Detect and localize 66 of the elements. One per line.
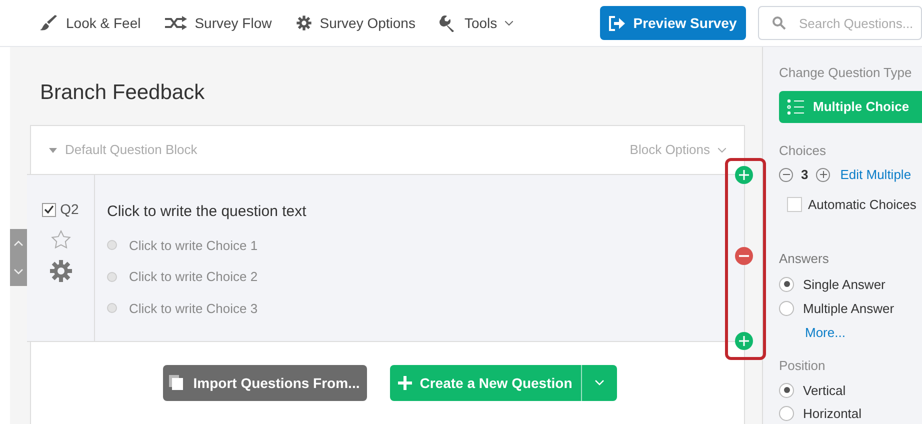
chevron-icon [718,148,726,152]
survey-title: Branch Feedback [39,80,206,106]
minus-icon [739,255,749,257]
wrench-icon [439,14,456,32]
settings-icon [296,15,312,31]
radio-label: Vertical [803,382,846,400]
question-checkbox[interactable] [42,202,56,216]
plus-icon [398,376,412,390]
plus-icon [739,336,749,346]
radio-button[interactable] [779,301,794,316]
nav-item[interactable]: Tools [439,12,514,34]
radio-button[interactable] [779,406,794,422]
section-heading: Choices [779,142,827,160]
checkmark-icon [44,205,54,214]
question-number: Q2 [60,200,79,219]
question-type-button[interactable]: Multiple Choice [779,90,922,122]
nav-item[interactable]: Survey Flow [164,12,272,34]
radio-button[interactable] [107,272,117,282]
radio-button[interactable] [779,276,794,292]
star-icon[interactable] [50,230,70,249]
radio-label: Single Answer [803,276,886,294]
radio-button[interactable] [107,240,117,250]
section-heading: Change Question Type [779,64,913,82]
choice-text[interactable]: Click to write Choice 3 [129,298,258,318]
block-options-menu[interactable]: Block Options [630,140,726,160]
nav-item[interactable]: Look & Feel [40,12,141,34]
create-question-button[interactable]: Create a New Question [390,365,582,401]
plus-icon [820,171,827,178]
chevron-down-icon [594,380,604,386]
radio-label: Multiple Answer [803,300,894,318]
add-button[interactable] [735,166,753,184]
search-field[interactable]: Search Questions... [758,6,922,40]
chevron-up-icon [14,240,23,246]
checkbox[interactable] [787,196,802,212]
nav-item[interactable]: Survey Options [296,12,416,34]
choice-text[interactable]: Click to write Choice 1 [129,236,258,255]
caret-icon[interactable] [49,148,57,152]
move-handle[interactable] [10,229,27,286]
import-questions-button[interactable]: Import Questions From... [162,365,366,401]
brush-icon [40,15,58,31]
copy-icon [169,375,186,391]
choice-text[interactable]: Click to write Choice 2 [129,267,258,286]
shuffle-icon [164,16,187,30]
add-button[interactable] [735,332,753,350]
section-heading: Answers [779,250,830,268]
checkbox-label: Automatic Choices [808,196,916,214]
radio-label: Horizontal [803,405,862,423]
decrease-button[interactable] [779,168,793,182]
block-name: Default Question Block [65,141,198,160]
radio-button[interactable] [779,382,794,398]
radio-button[interactable] [107,303,117,314]
plus-icon [739,170,749,180]
increase-button[interactable] [816,168,830,182]
exit-icon [609,16,626,30]
choice-count: 3 [800,166,810,184]
dropdown-button[interactable] [582,365,616,401]
settings-icon[interactable] [48,259,72,283]
more-link[interactable]: More... [805,322,922,342]
edit-multiple-link[interactable]: Edit Multiple [840,165,912,184]
preview-survey-button[interactable]: Preview Survey [600,6,746,40]
search-icon [772,16,786,30]
section-heading: Position [779,357,826,375]
remove-button[interactable] [735,247,753,265]
question-text[interactable]: Click to write the question text [107,201,744,224]
list-icon [787,98,805,116]
chevron-down-icon [14,268,23,275]
